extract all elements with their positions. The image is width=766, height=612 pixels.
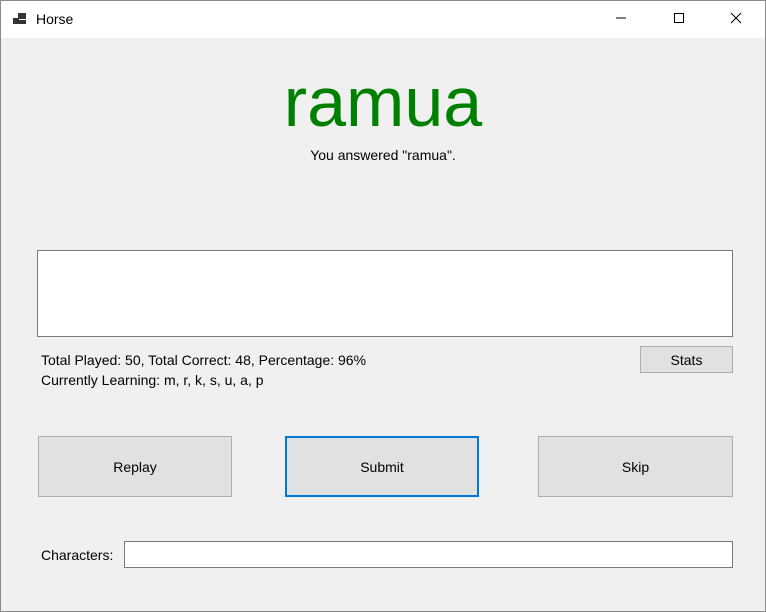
- window-title: Horse: [36, 11, 74, 27]
- submit-button[interactable]: Submit: [285, 436, 479, 497]
- minimize-button[interactable]: [592, 1, 650, 38]
- replay-button[interactable]: Replay: [38, 436, 232, 497]
- answer-word: ramua: [283, 63, 483, 141]
- window-app-icon: [13, 12, 27, 26]
- output-text-area[interactable]: [37, 250, 733, 337]
- maximize-button[interactable]: [650, 1, 708, 38]
- close-button[interactable]: [707, 1, 765, 38]
- title-bar[interactable]: Horse: [1, 1, 765, 38]
- stats-summary: Total Played: 50, Total Correct: 48, Per…: [41, 352, 367, 368]
- characters-label: Characters:: [41, 547, 114, 563]
- answer-feedback: You answered "ramua".: [310, 147, 456, 163]
- app-window: Horse ramua You answered "ramua". Total …: [0, 0, 766, 612]
- skip-button[interactable]: Skip: [538, 436, 733, 497]
- stats-button[interactable]: Stats: [640, 346, 733, 373]
- close-icon: [730, 11, 742, 29]
- minimize-icon: [615, 11, 627, 29]
- characters-input[interactable]: [124, 541, 733, 568]
- maximize-icon: [673, 11, 685, 29]
- currently-learning: Currently Learning: m, r, k, s, u, a, p: [41, 372, 264, 388]
